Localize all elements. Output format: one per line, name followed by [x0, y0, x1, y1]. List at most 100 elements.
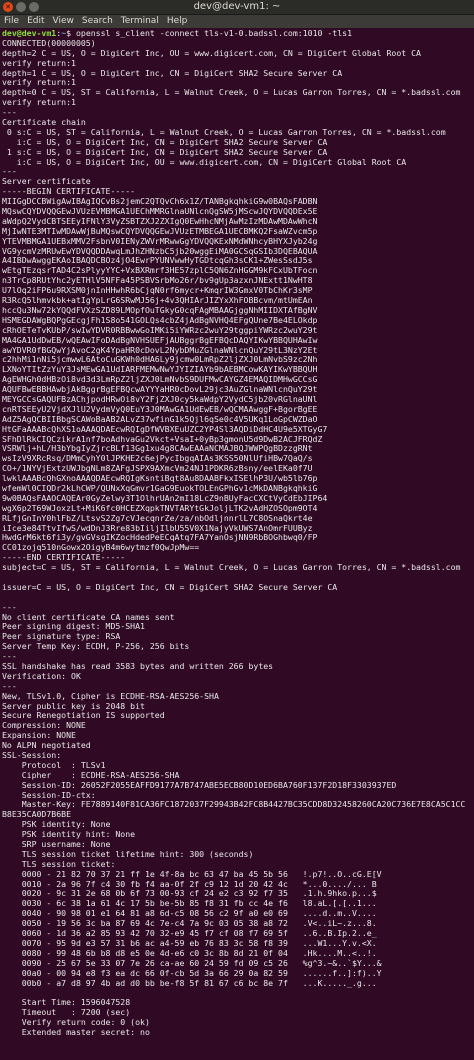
terminal-line: issuer=C = US, O = DigiCert Inc, CN = Di… [2, 582, 338, 592]
terminal-line: Compression: NONE [2, 721, 86, 731]
terminal-line: --- [2, 681, 17, 691]
terminal-line: HSMEGDAWgBQPgGEcgjFh1S8o541GOLQs4cbZ4jAd… [2, 315, 318, 325]
terminal-line: depth=0 C = US, ST = California, L = Wal… [2, 88, 461, 98]
terminal-line: SSL handshake has read 3583 bytes and wr… [2, 662, 274, 671]
terminal-line: 0050 - 19 56 3c ba 87 69 4c 7e-c4 7a 9c … [2, 919, 377, 929]
menu-search[interactable]: Search [82, 15, 113, 28]
terminal-line: PSK identity: None [2, 820, 111, 830]
menu-file[interactable]: File [4, 15, 19, 28]
window-titlebar: ✕ dev@dev-vm1: ~ [0, 0, 474, 15]
terminal-line: --- [2, 652, 17, 662]
terminal-line: AdZ5AgQCBIIBbgSCAWoBaAB2ALvZ37wfinG1k5Qj… [2, 414, 318, 424]
terminal-line: 0000 - 21 82 70 37 21 ff 1e 4f-8a bc 63 … [2, 869, 382, 879]
terminal-line: VSRWlj+hL/H3bYbgIyZjrcBLf13Gg1xu4g8CAwEA… [2, 444, 313, 454]
terminal-line: HtGFaAAABcQhXS1oAAAQDAEcwRQIgDfWVBXEuUZC… [2, 424, 328, 434]
terminal-line: wgX6p2T69WJoxzLt+MiK6fc0HCEZXqpkTNVTARYt… [2, 503, 318, 513]
terminal-line: AgEWHGh0dHBzOi8vd3d3LmRpZ2ljZXJ0LmNvbS9D… [2, 375, 318, 385]
terminal-line: Verification: OK [2, 671, 81, 681]
terminal-line: cnRTSEEyU2VjdXJlU2VydmVyQ0EuY3J0MAwGA1Ud… [2, 404, 318, 414]
terminal-line: RLfjGnInY0hlFbZ/LtsvS2Zg7cVJecqnrZe/za/n… [2, 513, 313, 523]
terminal-line: Timeout : 7200 (sec) [2, 1008, 131, 1018]
terminal-line: Start Time: 1596047528 [2, 998, 131, 1008]
terminal-line: i:C = US, O = DigiCert Inc, CN = DigiCer… [2, 137, 328, 147]
terminal-line: HwdGrM6kt6fi3y/gvGVsgIKZocHdedPeECqAtq7F… [2, 533, 318, 543]
terminal-line: --- [2, 167, 17, 177]
menu-terminal[interactable]: Terminal [121, 15, 159, 28]
prompt-user-host: dev@dev-vm1 [2, 29, 57, 38]
terminal-line: cRhOETeTvKUbP/swIwYDVR0RBBwwGoIMKi5iYWRz… [2, 325, 318, 335]
terminal-line: YTEVMBMGA1UEBxMMV2FsbnV0IENyZWVrMRwwGgYD… [2, 236, 318, 246]
terminal-line: Extended master secret: no [2, 1027, 150, 1037]
terminal-line: U7lOq2iFP6u9RXSM0jnInHHwhR6bCjqN0rf6mycr… [2, 286, 313, 296]
terminal-line: SFhDlRkCIQCzikrA1nf7boAdhvaGu2Vkct+VsaI+… [2, 434, 323, 444]
output-lines: CONNECTED(00000005) depth=2 C = US, O = D… [2, 39, 472, 1038]
terminal-line: 0020 - 9c 31 2e 68 0b 6f 73 00-93 cf 24 … [2, 889, 377, 899]
prompt-symbol: $ [66, 29, 76, 38]
terminal-line: 0090 - 25 67 5e 33 07 7e 26 ca-ae 60 24 … [2, 958, 382, 968]
terminal-line: MA4GA1UdDwEB/wQEAwIFoDAdBgNVHSUEFjAUBggr… [2, 335, 318, 345]
terminal-line: PSK identity hint: None [2, 830, 136, 840]
terminal-line: MQswCQYDVQQGEwJVUzEVMBMGA1UEChMMRGlnaUNl… [2, 207, 318, 217]
terminal-line: MjIwNTE3MTIwMDAwWjBuMQswCQYDVQQGEwJVUzET… [2, 226, 318, 236]
terminal-line: 0070 - 95 9d e3 57 31 b6 ac a4-59 eb 76 … [2, 938, 377, 948]
terminal-line: SSL-Session: [2, 751, 62, 761]
terminal-line: MIIGgDCCBWigAwIBAgIQCvBs2jemC2QTQvCh6x1Z… [2, 197, 318, 207]
menu-edit[interactable]: Edit [27, 15, 44, 28]
terminal-line: depth=2 C = US, O = DigiCert Inc, OU = w… [2, 48, 421, 58]
terminal-line: c2hhMi1nNi5jcmwwL6AtoCuGKWh0dHA6Ly9jcmw0… [2, 355, 318, 365]
terminal-line: New, TLSv1.0, Cipher is ECDHE-RSA-AES256… [2, 691, 219, 701]
terminal-line: B8E35CA0D7B6BE [2, 810, 72, 820]
terminal-line: -----BEGIN CERTIFICATE----- [2, 187, 136, 197]
terminal-line: wsIzV9XRcRsq/DMmCyhY0lJPKHE2c6ejPycIbgqA… [2, 454, 313, 464]
terminal-line: subject=C = US, ST = California, L = Wal… [2, 563, 461, 573]
terminal-line: verify return:1 [2, 58, 76, 68]
terminal-line: -----END CERTIFICATE----- [2, 553, 126, 563]
menu-view[interactable]: View [53, 15, 74, 28]
terminal-line: depth=1 C = US, O = DigiCert Inc, CN = D… [2, 68, 343, 78]
terminal-line: Session-ID: 26052F2055EAFFD9177A7B747ABE… [2, 780, 397, 790]
terminal-line: i:C = US, O = DigiCert Inc, OU = www.dig… [2, 157, 407, 167]
terminal-line: Server public key is 2048 bit [2, 701, 145, 711]
terminal-line: 0030 - 6c 38 1a 61 4c 17 5b be-5b 85 f8 … [2, 899, 377, 909]
terminal-line: CONNECTED(00000005) [2, 38, 96, 48]
terminal-line: wEtgTEzqsrTAD4C2sPlyyYYC+VxBXRmrf3HE57zp… [2, 266, 318, 276]
terminal-line: No ALPN negotiated [2, 741, 91, 751]
terminal-line: Peer signing digest: MD5-SHA1 [2, 622, 145, 632]
terminal-line: SRP username: None [2, 840, 111, 850]
prompt-line: dev@dev-vm1:~$ openssl s_client -connect… [2, 29, 472, 39]
prompt-command: openssl s_client -connect tls-v1-0.badss… [75, 29, 353, 38]
terminal-line: 0 s:C = US, ST = California, L = Walnut … [2, 127, 446, 137]
terminal-line: Server certificate [2, 177, 91, 187]
terminal-line: CO+/1NYVjExtzUWJbgNLm8ZAFgJSPX9AXmcVm24N… [2, 464, 313, 474]
terminal-line: No client certificate CA names sent [2, 612, 175, 622]
terminal-line: 00a0 - 00 94 e8 f3 ea dc 66 0f-cb 5d 3a … [2, 968, 382, 978]
terminal-line: 0010 - 2a 96 7f c4 30 fb f4 aa-0f 2f c9 … [2, 879, 377, 889]
terminal-line: iIce3e84TtvIfwS/wdDnJ3Rre83bIiljIlbU55V0… [2, 523, 313, 533]
terminal-line: VG9ycmVzMRUwEwYDVQQDDAwqLmJhZHNzbC5jb20w… [2, 246, 318, 256]
terminal-line: CC01zojq510nGowx2OigyB4m6wytmzf0QwJpMw== [2, 543, 200, 553]
terminal-line: Expansion: NONE [2, 731, 76, 741]
terminal-line: 0040 - 90 98 01 e1 64 81 a8 6d-c5 08 56 … [2, 909, 377, 919]
window-title: dev@dev-vm1: ~ [193, 1, 281, 12]
terminal-line: Protocol : TLSv1 [2, 760, 106, 770]
terminal-line: --- [2, 108, 17, 118]
terminal-output[interactable]: dev@dev-vm1:~$ openssl s_client -connect… [2, 29, 472, 1058]
terminal-line: A4IBDwAwggEKAoIBAQDCBOz4jO4EwrPYUNVwwHyT… [2, 256, 313, 266]
menu-bar: File Edit View Search Terminal Help [0, 15, 474, 28]
terminal-line: awYDVR0fBGQwYjAvoC2gK4YpaHR0cDovL2NybDMu… [2, 345, 318, 355]
terminal-line: Peer signature type: RSA [2, 632, 121, 642]
menu-help[interactable]: Help [167, 15, 188, 28]
terminal-line: Session-ID-ctx: [2, 790, 96, 800]
terminal-line: lwklAAABcQhGXnoAAAQDAEcwRQIgKsntiBqt8Au8… [2, 474, 318, 484]
terminal-line: 00b0 - a7 d8 97 4b ad d0 bb be-f8 5f 81 … [2, 978, 377, 988]
terminal-line: Verify return code: 0 (ok) [2, 1018, 150, 1028]
terminal-line: Master-Key: FE7889140F81CA36FC1872037F29… [2, 800, 466, 810]
terminal-line: wfemWl0CIQDr2kLhCWP/QUNxXqGmvr1GaG9EuokT… [2, 483, 318, 493]
terminal-line: --- [2, 602, 17, 612]
terminal-line: TLS session ticket: [2, 859, 116, 869]
terminal-line: Cipher : ECDHE-RSA-AES256-SHA [2, 770, 180, 780]
terminal-line: Secure Renegotiation IS supported [2, 711, 165, 721]
terminal-line: Certificate chain [2, 118, 86, 128]
